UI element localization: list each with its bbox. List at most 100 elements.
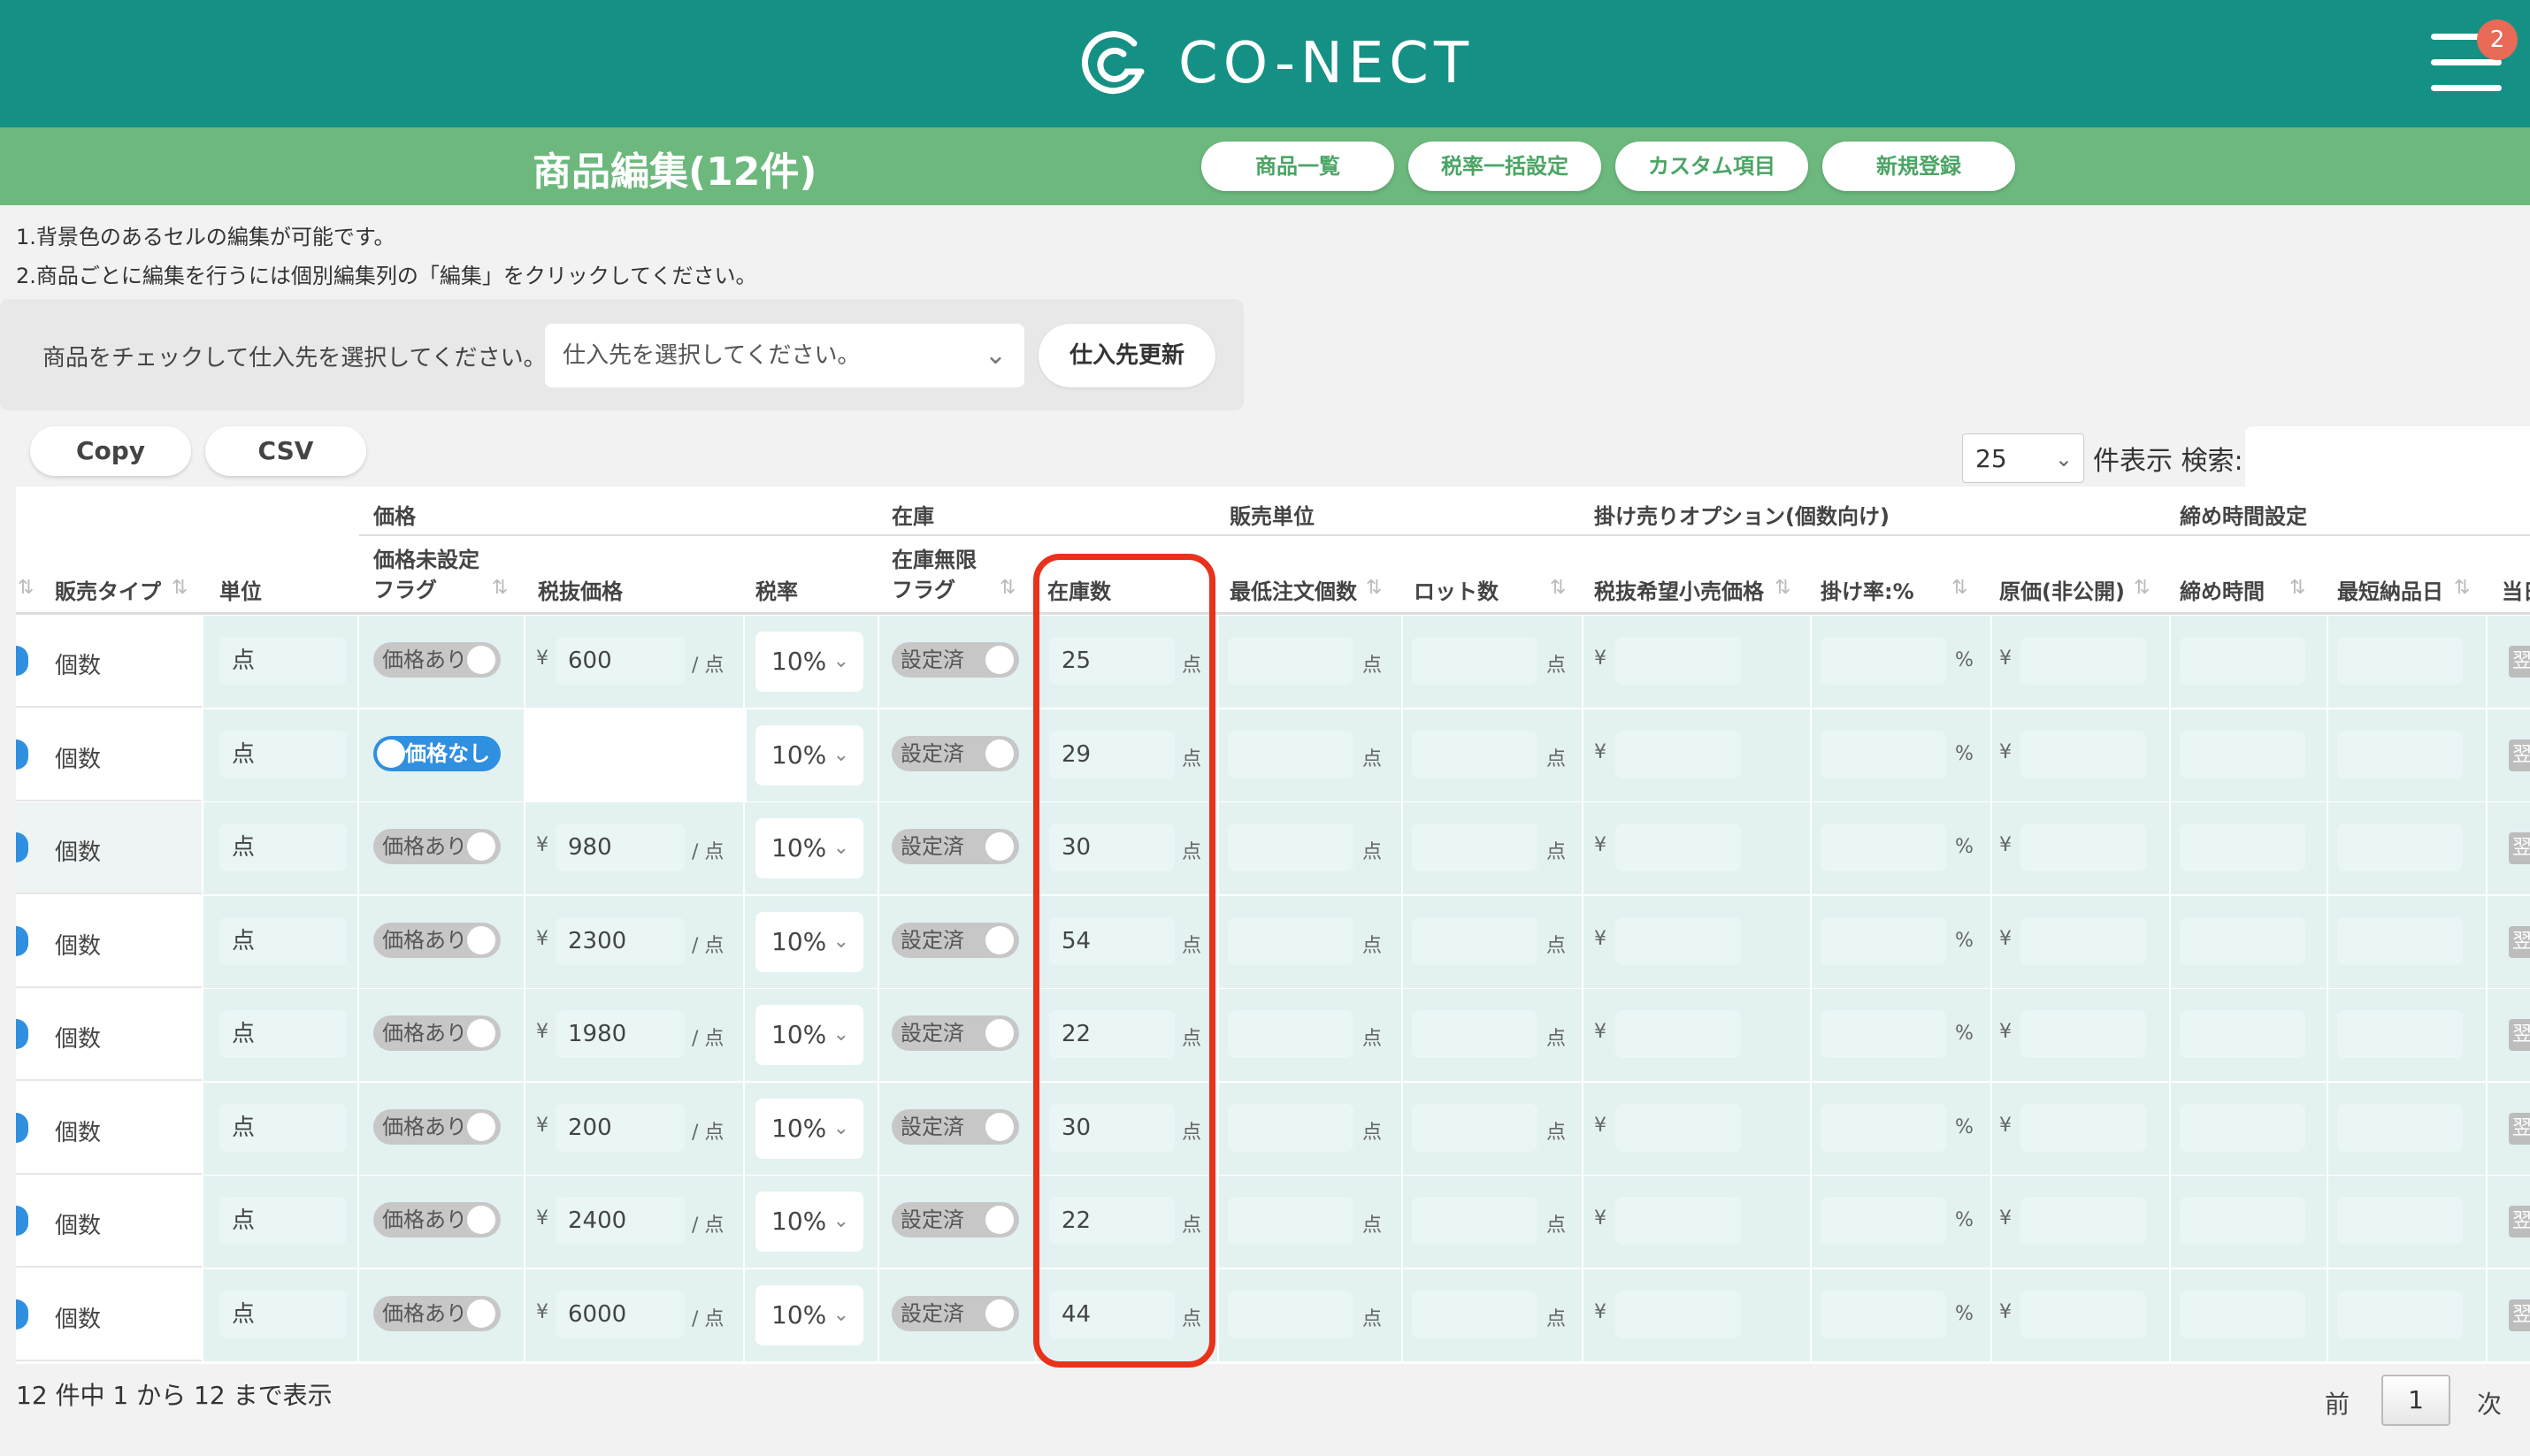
col-shortest-delivery[interactable]: 最短納品日	[2337, 577, 2443, 607]
price-flag-toggle[interactable]: 価格あり	[373, 1295, 501, 1331]
col-stock-count[interactable]: 在庫数	[1047, 577, 1111, 607]
price-input[interactable]: 2300	[556, 916, 685, 965]
sort-icon[interactable]: ⇅	[2454, 577, 2470, 599]
deadline-time-input[interactable]	[2180, 824, 2305, 871]
unlimited-stock-toggle[interactable]: 設定済	[892, 1202, 1019, 1238]
brand-logo[interactable]: CO-NECT	[1077, 27, 1474, 101]
row-select-checkbox[interactable]	[16, 739, 28, 770]
lot-input[interactable]	[1412, 824, 1537, 871]
same-day-cell[interactable]: 翌	[2509, 925, 2530, 958]
price-input[interactable]: 6000	[556, 1290, 685, 1338]
price-input[interactable]: 980	[556, 824, 685, 871]
shortest-delivery-input[interactable]	[2337, 730, 2463, 778]
unlimited-stock-toggle[interactable]: 設定済	[892, 922, 1019, 958]
deadline-time-input[interactable]	[2180, 1290, 2305, 1338]
unit-input[interactable]: 点	[219, 824, 347, 871]
col-tax-rate[interactable]: 税率	[755, 577, 798, 607]
col-lot[interactable]: ロット数	[1414, 577, 1499, 607]
row-select-checkbox[interactable]	[16, 646, 28, 676]
sort-icon[interactable]: ⇅	[1550, 577, 1566, 599]
prev-page-link[interactable]: 前	[2325, 1385, 2350, 1421]
row-select-checkbox[interactable]	[16, 1112, 28, 1143]
price-input[interactable]: 2400	[556, 1197, 685, 1245]
deadline-time-input[interactable]	[2180, 730, 2305, 778]
price-flag-toggle[interactable]: 価格あり	[373, 829, 501, 864]
min-order-input[interactable]	[1228, 637, 1353, 685]
row-select-checkbox[interactable]	[16, 832, 28, 862]
stock-count-input[interactable]: 30	[1049, 1103, 1175, 1152]
cost-input[interactable]	[2020, 1290, 2146, 1338]
msrp-input[interactable]	[1615, 1197, 1741, 1245]
tax-rate-select[interactable]: 10% ⌄	[755, 632, 863, 692]
sort-icon[interactable]: ⇅	[1000, 577, 1016, 599]
csv-button[interactable]: CSV	[205, 426, 366, 476]
col-unlimited-flag[interactable]: 在庫無限 フラグ	[892, 545, 977, 605]
sort-icon[interactable]: ⇅	[18, 577, 34, 599]
same-day-cell[interactable]: 翌	[2509, 832, 2530, 864]
lot-input[interactable]	[1412, 637, 1537, 685]
unlimited-stock-toggle[interactable]: 設定済	[892, 829, 1019, 864]
supplier-select[interactable]: 仕入先を選択してください。 ⌄	[545, 324, 1024, 387]
min-order-input[interactable]	[1228, 1197, 1353, 1245]
product-list-button[interactable]: 商品一覧	[1201, 142, 1394, 191]
shortest-delivery-input[interactable]	[2337, 1197, 2463, 1245]
min-order-input[interactable]	[1228, 1103, 1353, 1152]
same-day-cell[interactable]: 翌	[2509, 646, 2530, 678]
rate-input[interactable]	[1821, 730, 1946, 778]
min-order-input[interactable]	[1228, 1290, 1353, 1338]
deadline-time-input[interactable]	[2180, 1197, 2305, 1245]
lot-input[interactable]	[1412, 730, 1537, 778]
rate-input[interactable]	[1821, 637, 1946, 685]
cost-input[interactable]	[2020, 637, 2146, 685]
col-price-flag[interactable]: 価格未設定 フラグ	[373, 545, 479, 605]
col-same-day[interactable]: 当日	[2502, 577, 2530, 607]
price-flag-toggle[interactable]: 価格あり	[373, 1015, 501, 1051]
col-sales-type[interactable]: 販売タイプ	[55, 577, 161, 607]
msrp-input[interactable]	[1615, 916, 1741, 965]
unlimited-stock-toggle[interactable]: 設定済	[892, 1108, 1019, 1145]
cost-input[interactable]	[2020, 730, 2146, 778]
unlimited-stock-toggle[interactable]: 設定済	[892, 1015, 1019, 1051]
stock-count-input[interactable]: 30	[1049, 824, 1175, 871]
tax-rate-select[interactable]: 10% ⌄	[755, 724, 863, 785]
rate-input[interactable]	[1821, 1197, 1946, 1245]
stock-count-input[interactable]: 44	[1049, 1290, 1175, 1338]
tax-rate-select[interactable]: 10% ⌄	[755, 1005, 863, 1065]
price-flag-toggle[interactable]: 価格あり	[373, 922, 501, 958]
min-order-input[interactable]	[1228, 824, 1353, 871]
sort-icon[interactable]: ⇅	[2134, 577, 2150, 599]
sort-icon[interactable]: ⇅	[172, 577, 188, 599]
rate-input[interactable]	[1821, 824, 1946, 871]
cost-input[interactable]	[2020, 1197, 2146, 1245]
row-select-checkbox[interactable]	[16, 1299, 28, 1330]
search-input[interactable]	[2245, 426, 2530, 490]
col-unit[interactable]: 単位	[219, 577, 262, 607]
price-flag-toggle[interactable]: 価格あり	[373, 1202, 501, 1238]
stock-count-input[interactable]: 22	[1049, 1010, 1175, 1058]
unit-input[interactable]: 点	[219, 1010, 347, 1058]
price-flag-toggle[interactable]: 価格あり	[373, 642, 501, 678]
tax-rate-select[interactable]: 10% ⌄	[755, 911, 863, 972]
deadline-time-input[interactable]	[2180, 637, 2305, 685]
tax-rate-select[interactable]: 10% ⌄	[755, 1192, 863, 1252]
row-select-checkbox[interactable]	[16, 1206, 28, 1236]
price-flag-toggle[interactable]: 価格あり	[373, 1108, 501, 1145]
lot-input[interactable]	[1412, 1103, 1537, 1152]
col-cost[interactable]: 原価(非公開)	[1999, 577, 2125, 607]
rate-input[interactable]	[1821, 916, 1946, 965]
row-select-checkbox[interactable]	[16, 1019, 28, 1049]
cost-input[interactable]	[2020, 1010, 2146, 1058]
rate-input[interactable]	[1821, 1103, 1946, 1152]
tax-rate-select[interactable]: 10% ⌄	[755, 1098, 863, 1159]
unlimited-stock-toggle[interactable]: 設定済	[892, 1295, 1019, 1331]
unlimited-stock-toggle[interactable]: 設定済	[892, 735, 1019, 771]
custom-fields-button[interactable]: カスタム項目	[1615, 142, 1808, 191]
rate-input[interactable]	[1821, 1010, 1946, 1058]
msrp-input[interactable]	[1615, 730, 1741, 778]
unit-input[interactable]: 点	[219, 730, 347, 778]
sort-icon[interactable]: ⇅	[1366, 577, 1382, 599]
deadline-time-input[interactable]	[2180, 916, 2305, 965]
cost-input[interactable]	[2020, 824, 2146, 871]
price-input[interactable]: 600	[556, 637, 685, 685]
same-day-cell[interactable]: 翌	[2509, 1019, 2530, 1051]
